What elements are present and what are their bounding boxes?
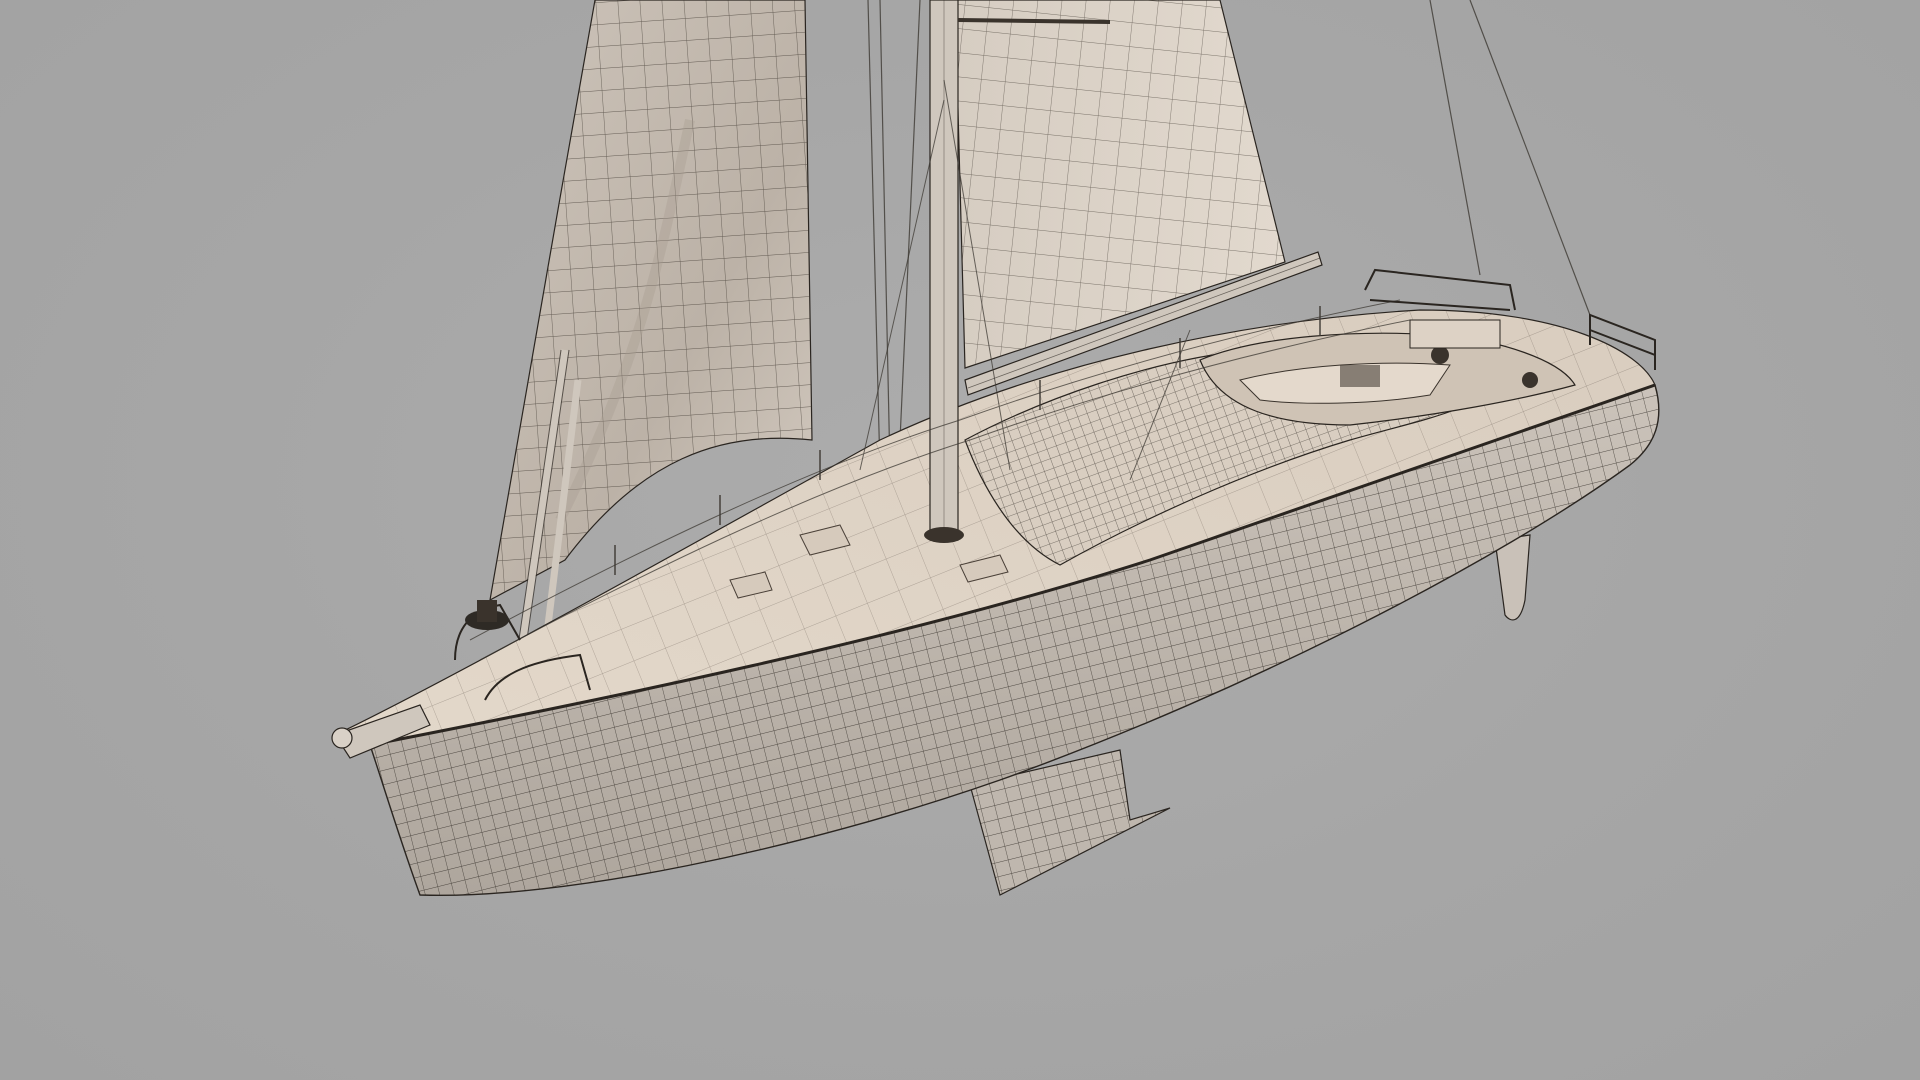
- mainsail: [954, 0, 1286, 369]
- render-viewport: [0, 0, 1920, 1080]
- sailboat-render: [331, 0, 1660, 897]
